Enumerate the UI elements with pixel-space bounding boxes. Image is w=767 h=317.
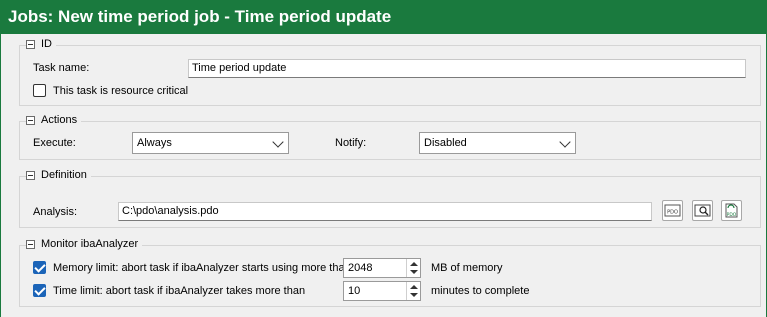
memory-limit-label: Memory limit: abort task if ibaAnalyzer … (53, 262, 351, 274)
svg-text:PDO: PDO (727, 212, 737, 218)
id-group-title: ID (41, 38, 52, 50)
spinner-arrows[interactable] (406, 282, 420, 300)
execute-value: Always (137, 137, 172, 149)
pdo-view-icon[interactable] (692, 200, 713, 221)
spin-down-icon[interactable] (410, 270, 418, 274)
notify-select[interactable]: Disabled (419, 132, 576, 154)
notify-value: Disabled (424, 137, 467, 149)
collapse-icon[interactable] (26, 239, 35, 249)
definition-group-header[interactable]: Definition (26, 169, 91, 181)
notify-label: Notify: (335, 137, 367, 149)
chevron-down-icon (559, 136, 571, 148)
window-title: Jobs: New time period job - Time period … (0, 0, 767, 34)
memory-limit-checkbox[interactable] (33, 261, 46, 274)
id-group-header[interactable]: ID (26, 38, 56, 50)
spin-down-icon[interactable] (410, 293, 418, 297)
time-limit-unit: minutes to complete (431, 285, 530, 297)
resource-critical-checkbox[interactable] (33, 84, 46, 97)
memory-limit-spinner[interactable]: 2048 (343, 258, 421, 278)
execute-select[interactable]: Always (132, 132, 289, 154)
time-limit-label: Time limit: abort task if ibaAnalyzer ta… (53, 285, 306, 297)
time-limit-spinner[interactable]: 10 (343, 281, 421, 301)
memory-limit-value: 2048 (348, 262, 373, 274)
time-limit-value: 10 (348, 285, 361, 297)
definition-group-title: Definition (41, 169, 87, 181)
collapse-icon[interactable] (26, 115, 35, 125)
actions-group-header[interactable]: Actions (26, 114, 82, 126)
monitor-group-header[interactable]: Monitor ibaAnalyzer (26, 238, 143, 250)
task-name-input[interactable]: Time period update (188, 59, 746, 78)
pdo-open-icon[interactable]: PDO (721, 200, 742, 221)
spin-up-icon[interactable] (410, 285, 418, 289)
time-limit-checkbox[interactable] (33, 284, 46, 297)
collapse-icon[interactable] (26, 170, 35, 180)
analysis-label: Analysis: (33, 206, 78, 218)
monitor-group-title: Monitor ibaAnalyzer (41, 238, 139, 250)
analysis-path-input[interactable]: C:\pdo\analysis.pdo (118, 202, 652, 221)
task-name-label: Task name: (33, 62, 90, 74)
spin-up-icon[interactable] (410, 262, 418, 266)
chevron-down-icon (272, 136, 284, 148)
spinner-arrows[interactable] (406, 259, 420, 277)
definition-group: Definition Analysis: C:\pdo\analysis.pdo… (19, 169, 761, 228)
actions-group: Actions Execute: Always Notify: Disabled (19, 114, 761, 160)
id-group: ID Task name: Time period update This ta… (19, 38, 761, 106)
execute-label: Execute: (33, 137, 76, 149)
pdo-browse-icon[interactable]: PDO (662, 200, 683, 221)
collapse-icon[interactable] (26, 39, 35, 49)
actions-group-title: Actions (41, 114, 78, 126)
memory-limit-unit: MB of memory (431, 262, 503, 274)
job-settings-panel: ID Task name: Time period update This ta… (0, 34, 767, 317)
monitor-group: Monitor ibaAnalyzer Memory limit: abort … (19, 238, 761, 307)
resource-critical-label: This task is resource critical (53, 85, 189, 97)
svg-text:PDO: PDO (667, 210, 678, 216)
